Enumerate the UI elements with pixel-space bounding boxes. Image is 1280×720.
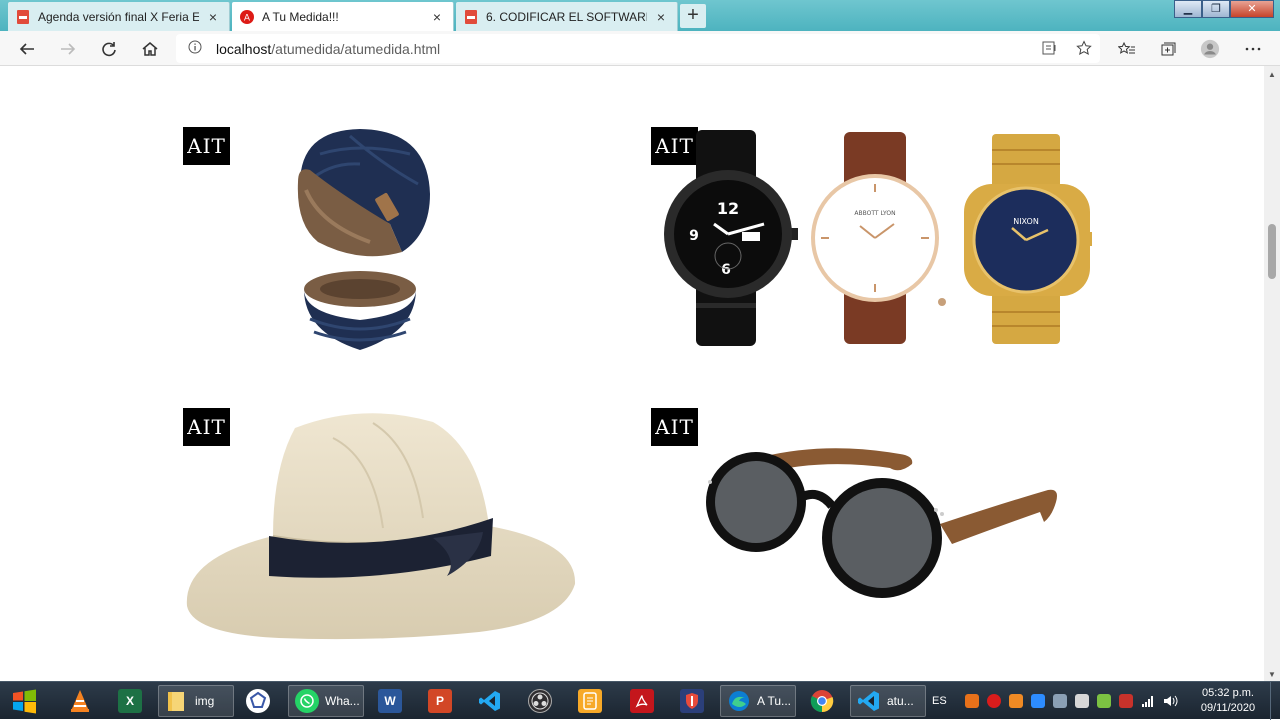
- taskbar-vscode[interactable]: [472, 685, 508, 717]
- taskbar-word[interactable]: W: [372, 685, 408, 717]
- close-icon[interactable]: ×: [429, 9, 445, 25]
- firefox-tray-icon[interactable]: [964, 694, 979, 708]
- pdf-icon: [17, 9, 29, 24]
- edge-icon: [727, 689, 751, 713]
- word-icon: W: [378, 689, 402, 713]
- security-icon: [680, 689, 704, 713]
- favorite-star-icon[interactable]: [1076, 40, 1092, 61]
- refresh-icon[interactable]: [96, 36, 122, 62]
- svg-text:NIXON: NIXON: [1013, 217, 1039, 226]
- forward-icon[interactable]: [55, 36, 81, 62]
- taskbar-network[interactable]: [240, 685, 276, 717]
- tab-label: 6. CODIFICAR EL SOFTWARE HTM: [486, 9, 647, 24]
- url-text: localhost/atumedida/atumedida.html: [216, 40, 441, 57]
- chrome-icon: [810, 689, 834, 713]
- address-bar[interactable]: localhost/atumedida/atumedida.html: [176, 34, 1100, 63]
- start-button[interactable]: [4, 684, 44, 718]
- taskbar-notes[interactable]: [572, 685, 608, 717]
- more-icon[interactable]: [1243, 40, 1263, 58]
- taskbar-chrome[interactable]: [804, 685, 840, 717]
- svg-text:9: 9: [689, 228, 699, 244]
- taskbar-security[interactable]: [674, 685, 710, 717]
- acrobat-icon: [630, 689, 654, 713]
- scrollbar-thumb[interactable]: [1268, 224, 1276, 279]
- volume-icon[interactable]: [1163, 694, 1178, 708]
- page-content: AIT AIT 12 9 6 ABBOTT LYON NIXON AIT AIT: [0, 66, 1264, 681]
- taskbar-acrobat[interactable]: [624, 685, 660, 717]
- vertical-scrollbar[interactable]: ▲ ▼: [1264, 66, 1280, 681]
- show-desktop-button[interactable]: [1270, 682, 1280, 720]
- window-controls: ▁ ❐ ✕: [1174, 0, 1274, 18]
- folder-icon: [165, 689, 189, 713]
- angular-icon: A: [240, 9, 254, 24]
- taskbar-obs[interactable]: [522, 685, 558, 717]
- back-icon[interactable]: [14, 36, 40, 62]
- powerpoint-icon: P: [428, 689, 452, 713]
- taskbar: X img Wha... W P A Tu... atu... ES 05:32…: [0, 681, 1280, 720]
- zoom-tray-icon[interactable]: [1030, 694, 1045, 708]
- read-aloud-icon[interactable]: [1042, 40, 1058, 61]
- taskbar-vlc[interactable]: [62, 685, 98, 717]
- svg-text:ABBOTT LYON: ABBOTT LYON: [854, 210, 895, 217]
- scroll-down-icon[interactable]: ▼: [1268, 670, 1276, 679]
- clock[interactable]: 05:32 p.m. 09/11/2020: [1196, 686, 1260, 716]
- network-icon: [246, 689, 270, 713]
- watches-image[interactable]: 12 9 6 ABBOTT LYON NIXON: [664, 128, 1096, 348]
- language-indicator[interactable]: ES: [932, 695, 947, 707]
- obs-icon: [528, 689, 552, 713]
- brand-logo: AIT: [651, 408, 698, 446]
- taskbar-powerpoint[interactable]: P: [422, 685, 458, 717]
- tab-codificar[interactable]: 6. CODIFICAR EL SOFTWARE HTM ×: [456, 2, 678, 31]
- tab-a-tu-medida[interactable]: A A Tu Medida!!! ×: [232, 2, 454, 31]
- svg-text:A: A: [244, 13, 251, 23]
- tray-app-icon[interactable]: [1118, 694, 1133, 708]
- notes-icon: [578, 689, 602, 713]
- tab-label: A Tu Medida!!!: [262, 9, 339, 24]
- tab-strip: Agenda versión final X Feria Emp × A A T…: [0, 0, 1280, 31]
- clock-date: 09/11/2020: [1200, 702, 1256, 714]
- network-signal-icon[interactable]: [1141, 694, 1155, 708]
- maximize-button[interactable]: ❐: [1202, 0, 1230, 18]
- pdf-icon: [465, 9, 477, 24]
- tray-app-icon[interactable]: [1096, 694, 1111, 708]
- vscode-icon: [478, 689, 502, 713]
- close-window-button[interactable]: ✕: [1230, 0, 1274, 18]
- minimize-button[interactable]: ▁: [1174, 0, 1202, 18]
- tab-agenda[interactable]: Agenda versión final X Feria Emp ×: [8, 2, 230, 31]
- svg-text:6: 6: [721, 262, 731, 278]
- clock-time: 05:32 p.m.: [1202, 687, 1254, 699]
- collections-icon[interactable]: [1158, 40, 1178, 58]
- sunglasses-image[interactable]: [700, 444, 1062, 608]
- taskbar-img-folder[interactable]: img: [158, 685, 234, 717]
- svg-text:12: 12: [717, 199, 739, 218]
- opera-tray-icon[interactable]: [986, 694, 1001, 708]
- new-tab-button[interactable]: +: [680, 4, 706, 28]
- favorites-icon[interactable]: [1117, 40, 1137, 58]
- home-icon[interactable]: [137, 36, 163, 62]
- whatsapp-icon: [295, 689, 319, 713]
- taskbar-excel[interactable]: X: [112, 685, 148, 717]
- vscode-icon: [857, 689, 881, 713]
- info-icon[interactable]: [188, 40, 206, 57]
- tab-label: Agenda versión final X Feria Emp: [38, 9, 199, 24]
- system-tray: ES: [932, 682, 1178, 720]
- vlc-icon: [68, 689, 92, 713]
- tray-app-icon[interactable]: [1052, 694, 1067, 708]
- scroll-up-icon[interactable]: ▲: [1268, 70, 1276, 79]
- xampp-tray-icon[interactable]: [1008, 694, 1023, 708]
- close-icon[interactable]: ×: [653, 9, 669, 25]
- taskbar-vscode-atu[interactable]: atu...: [850, 685, 926, 717]
- windows-logo-icon: [13, 689, 36, 714]
- tray-app-icon[interactable]: [1074, 694, 1089, 708]
- taskbar-edge-a-tu-medida[interactable]: A Tu...: [720, 685, 796, 717]
- profile-icon[interactable]: [1200, 39, 1220, 59]
- hat-image[interactable]: [183, 408, 578, 644]
- brand-logo: AIT: [183, 127, 230, 165]
- browser-toolbar: localhost/atumedida/atumedida.html: [0, 31, 1280, 66]
- excel-icon: X: [118, 689, 142, 713]
- close-icon[interactable]: ×: [205, 9, 221, 25]
- beanie-scarf-image[interactable]: [290, 124, 440, 356]
- taskbar-whatsapp[interactable]: Wha...: [288, 685, 364, 717]
